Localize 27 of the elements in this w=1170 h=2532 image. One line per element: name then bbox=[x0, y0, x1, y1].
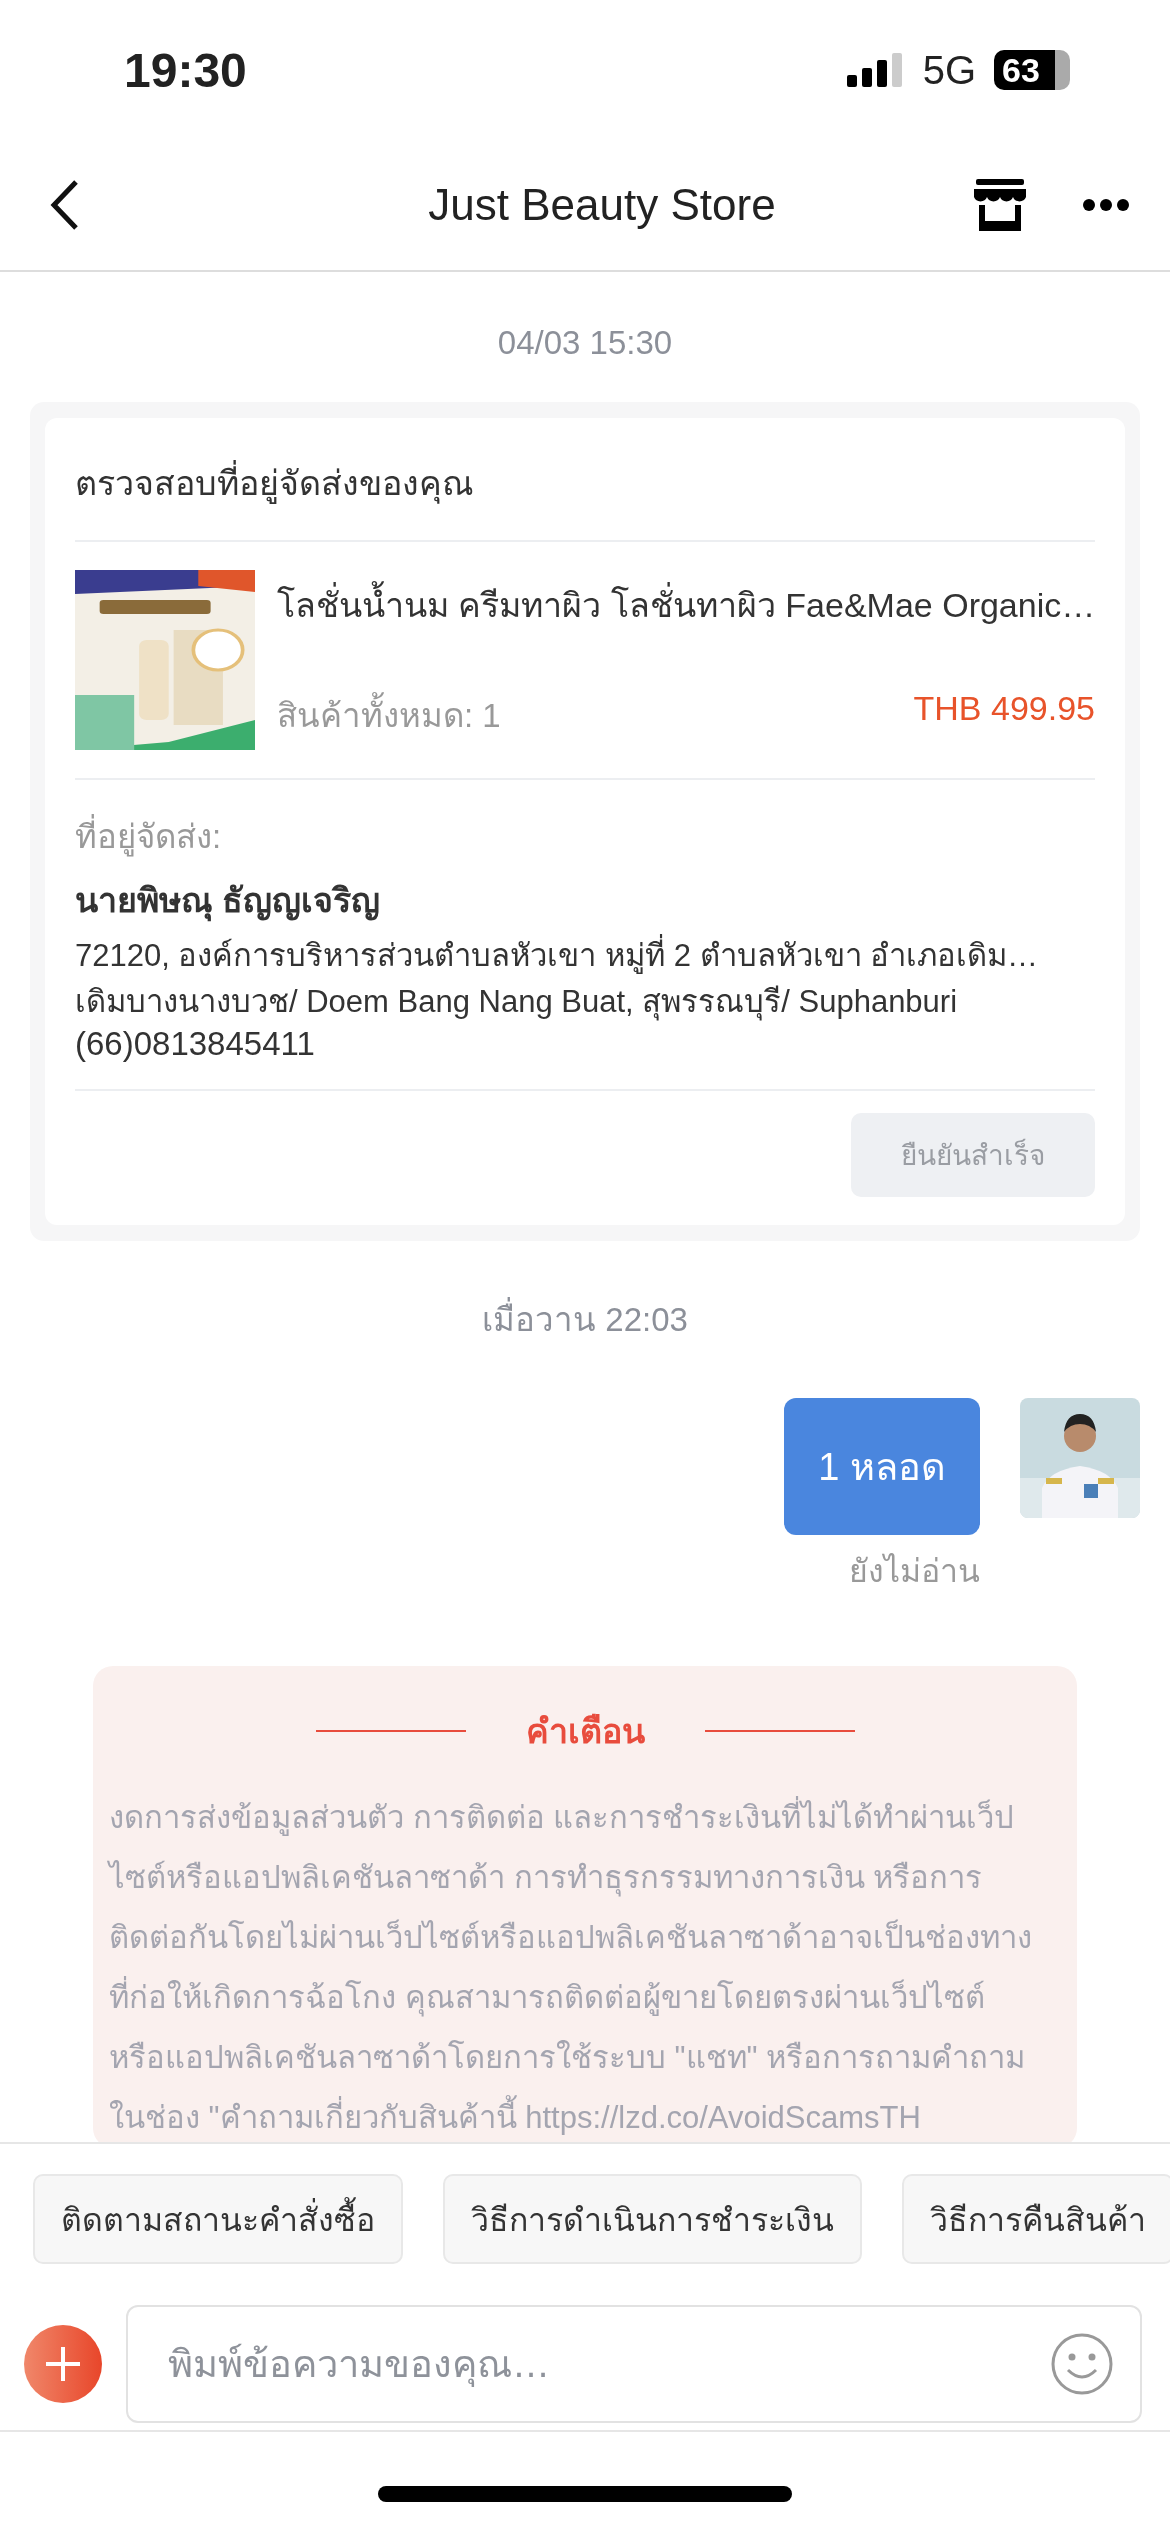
quick-reply-chip[interactable]: ติดตามสถานะคำสั่งซื้อ bbox=[33, 2174, 403, 2264]
store-title: Just Beauty Store bbox=[427, 180, 777, 230]
read-status: ยังไม่อ่าน bbox=[849, 1552, 980, 1591]
emoji-icon[interactable] bbox=[1050, 2332, 1114, 2396]
quick-reply-chip[interactable]: วิธีการคืนสินค้า bbox=[902, 2174, 1170, 2264]
timestamp: เมื่อวาน 22:03 bbox=[482, 1293, 688, 1346]
address-label: ที่อยู่จัดส่ง: bbox=[75, 810, 1095, 863]
message-bubble: 1 หลอด bbox=[784, 1398, 980, 1535]
timestamp: 04/03 15:30 bbox=[497, 324, 673, 362]
message-input[interactable]: พิมพ์ข้อความของคุณ… bbox=[126, 2305, 1142, 2423]
address-text: 72120, องค์การบริหารส่วนตำบลหัวเขา หมู่ที่ 2 ตำบลหัวเขา อำเภอเดิม… เดิมบางนางบวช/ Doem Bang Nang Buat, สุพรรณบุรี/ Suphanburi bbox=[75, 933, 1095, 1025]
network-label: 5G bbox=[922, 47, 976, 93]
item-count: สินค้าทั้งหมด: 1 bbox=[277, 689, 501, 742]
plus-icon bbox=[43, 2344, 83, 2384]
more-icon[interactable] bbox=[1082, 198, 1130, 212]
warning-title: คำเตือน bbox=[525, 1711, 645, 1752]
warning-text: งดการส่งข้อมูลส่วนตัว การติดต่อ และการชำระเงินที่ไม่ได้ทำผ่านเว็ป ไซต์หรือแอปพลิเคชันลาซาด้า การทำธุรกรรมทางการเงิน หรือการ ติดต่อกันโดยไม่ผ่านเว็ปไซต์หรือแอปพลิเคชันลาซาด้าอาจเป็นช่องทาง ที่ก่อให้เกิดการฉ้อโกง คุณสามารถติดต่อผู้ขายโดยตรงผ่านเว็ปไซต์ หรือแอปพลิเคชันลาซาด้าโดยการใช้ระบบ "แชท" หรือการถามคำถาม ในช่อง "คำถามเกี่ยวกับสินค้านี้ https://lzd.co/AvoidScamsTH bbox=[109, 1788, 1061, 2142]
clock-time: 19:30 bbox=[124, 42, 247, 98]
product-name: โลชั่นน้ำนม ครีมทาผิว โลชั่นทาผิว Fae&Mae Organic… bbox=[277, 578, 1095, 632]
card-title: ตรวจสอบที่อยู่จัดส่งของคุณ bbox=[75, 418, 1095, 542]
battery-icon: 63 bbox=[994, 50, 1070, 90]
signal-icon bbox=[846, 53, 905, 87]
store-icon[interactable] bbox=[972, 177, 1028, 233]
recipient-name: นายพิษณุ ธัญญเจริญ bbox=[75, 873, 1095, 927]
phone-number: (66)0813845411 bbox=[75, 1025, 316, 1063]
quick-reply-chip[interactable]: วิธีการดำเนินการชำระเงิน bbox=[443, 2174, 862, 2264]
product-price: THB 499.95 bbox=[913, 689, 1095, 729]
